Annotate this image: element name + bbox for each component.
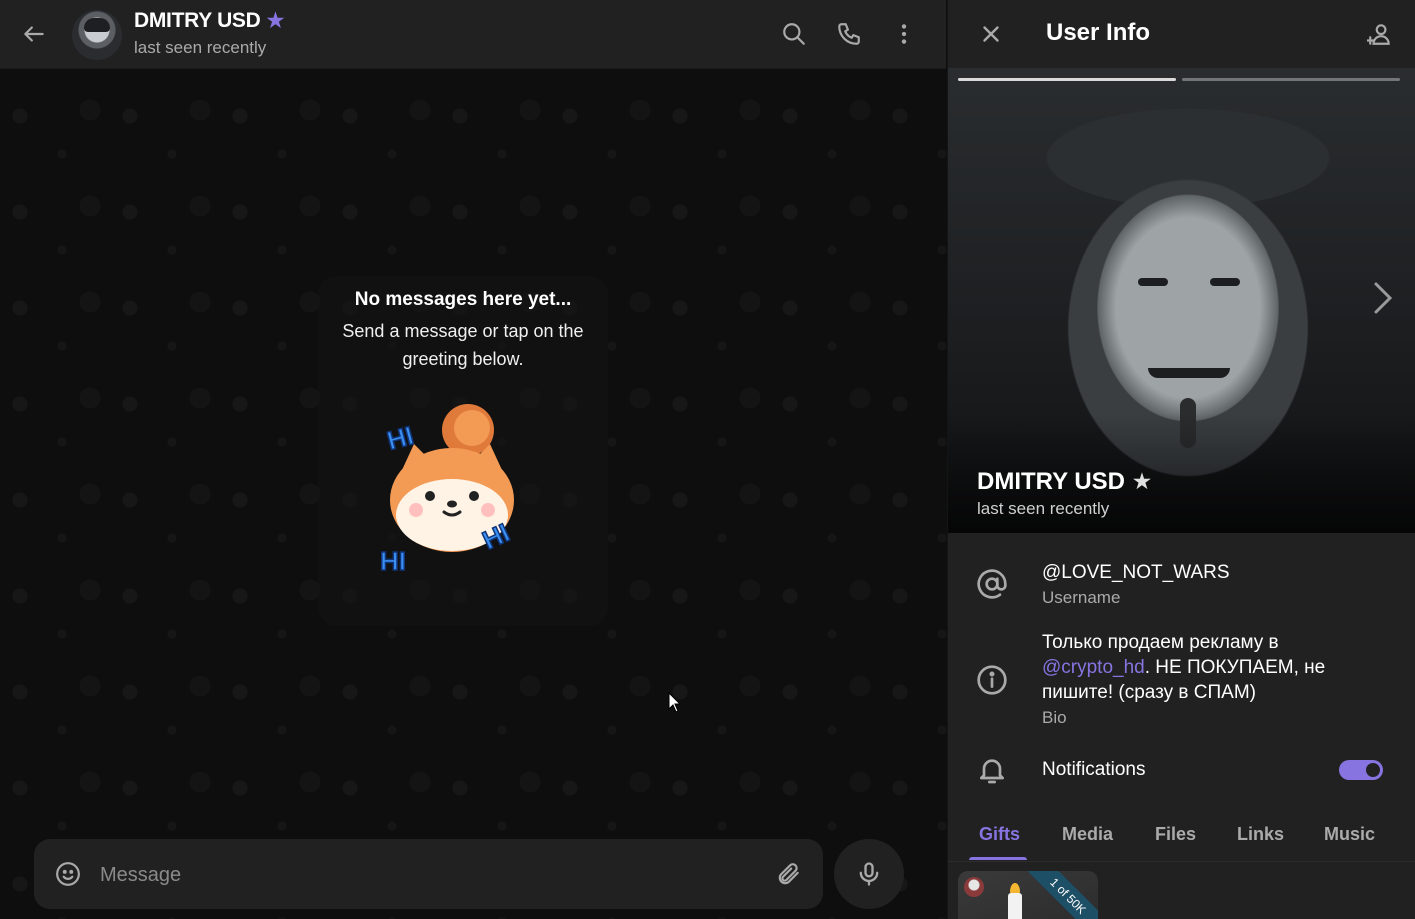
back-arrow-icon xyxy=(24,26,44,42)
search-icon xyxy=(783,23,805,45)
tab-music[interactable]: Music xyxy=(1324,824,1375,845)
message-composer xyxy=(34,839,823,911)
tab-indicator xyxy=(969,857,1027,860)
gift-sender-avatar xyxy=(964,877,984,897)
peer-name-text: DMITRY USD xyxy=(134,9,261,32)
user-info-panel: User Info DMITRY USD ★ last seen recentl… xyxy=(947,0,1415,919)
info-icon xyxy=(977,665,1007,695)
avatar[interactable] xyxy=(72,10,122,60)
at-sign-icon xyxy=(977,569,1007,599)
premium-star-icon: ★ xyxy=(266,10,285,32)
profile-status: last seen recently xyxy=(977,499,1110,518)
peer-name[interactable]: DMITRY USD ★ xyxy=(134,9,284,33)
gift-badge: 1 of 50K xyxy=(1017,871,1098,919)
close-button[interactable] xyxy=(969,12,1013,56)
bio-link[interactable]: @crypto_hd xyxy=(1042,657,1145,678)
panel-header: User Info xyxy=(948,0,1415,68)
empty-chat-card: No messages here yet... Send a message o… xyxy=(318,276,608,626)
message-input[interactable] xyxy=(98,839,742,911)
svg-text:HI: HI xyxy=(380,546,406,575)
shared-media-tabs: Gifts Media Files Links Music xyxy=(948,812,1415,862)
tab-media[interactable]: Media xyxy=(1062,824,1113,845)
search-button[interactable] xyxy=(772,12,816,56)
emoji-icon xyxy=(56,862,80,886)
profile-name-text: DMITRY USD xyxy=(977,468,1126,495)
peer-status: last seen recently xyxy=(134,38,267,57)
username-label: Username xyxy=(1042,588,1121,607)
panel-title: User Info xyxy=(1046,19,1151,46)
chat-header: DMITRY USD ★ last seen recently xyxy=(0,0,946,69)
attach-icon xyxy=(778,863,799,885)
tab-gifts[interactable]: Gifts xyxy=(979,824,1020,845)
username-value: @LOVE_NOT_WARS xyxy=(1042,562,1230,583)
microphone-icon xyxy=(859,862,879,886)
back-button[interactable] xyxy=(12,12,56,56)
empty-title: No messages here yet... xyxy=(354,289,572,310)
chevron-right-icon[interactable] xyxy=(1368,278,1398,318)
bio-text: Только продаем рекламу в @crypto_hd. НЕ … xyxy=(1042,630,1372,705)
emoji-button[interactable] xyxy=(46,852,90,896)
profile-photo[interactable]: DMITRY USD ★ last seen recently xyxy=(948,68,1415,533)
bell-icon xyxy=(980,759,1004,784)
photo-progress-segment-active xyxy=(958,78,1176,81)
notifications-toggle[interactable] xyxy=(1339,760,1383,780)
mouse-cursor-icon xyxy=(668,692,682,713)
empty-subtitle: Send a message or tap on the greeting be… xyxy=(342,321,584,369)
greeting-sticker-icon[interactable]: HI HI HI xyxy=(380,400,540,575)
tab-files[interactable]: Files xyxy=(1155,824,1196,845)
call-button[interactable] xyxy=(827,12,871,56)
voice-record-button[interactable] xyxy=(834,839,904,909)
bio-label: Bio xyxy=(1042,708,1067,727)
bio-row[interactable]: Только продаем рекламу в @crypto_hd. НЕ … xyxy=(948,630,1415,730)
profile-name: DMITRY USD ★ xyxy=(977,468,1151,496)
tab-links[interactable]: Links xyxy=(1237,824,1284,845)
close-icon xyxy=(983,26,999,42)
add-user-icon xyxy=(1367,24,1390,45)
chat-area: DMITRY USD ★ last seen recently No messa… xyxy=(0,0,946,919)
gift-item[interactable]: 1 of 50K xyxy=(958,871,1098,919)
add-contact-button[interactable] xyxy=(1358,12,1402,56)
bio-text-prefix: Только продаем рекламу в xyxy=(1042,632,1279,653)
premium-star-icon: ★ xyxy=(1133,471,1151,493)
attach-button[interactable] xyxy=(767,852,811,896)
notifications-label: Notifications xyxy=(1042,759,1146,780)
more-vertical-icon xyxy=(901,24,907,44)
candle-icon xyxy=(1008,893,1022,919)
more-button[interactable] xyxy=(882,12,926,56)
photo-progress-segment xyxy=(1182,78,1400,81)
username-row[interactable]: @LOVE_NOT_WARS Username xyxy=(948,555,1415,617)
phone-icon xyxy=(838,23,860,45)
